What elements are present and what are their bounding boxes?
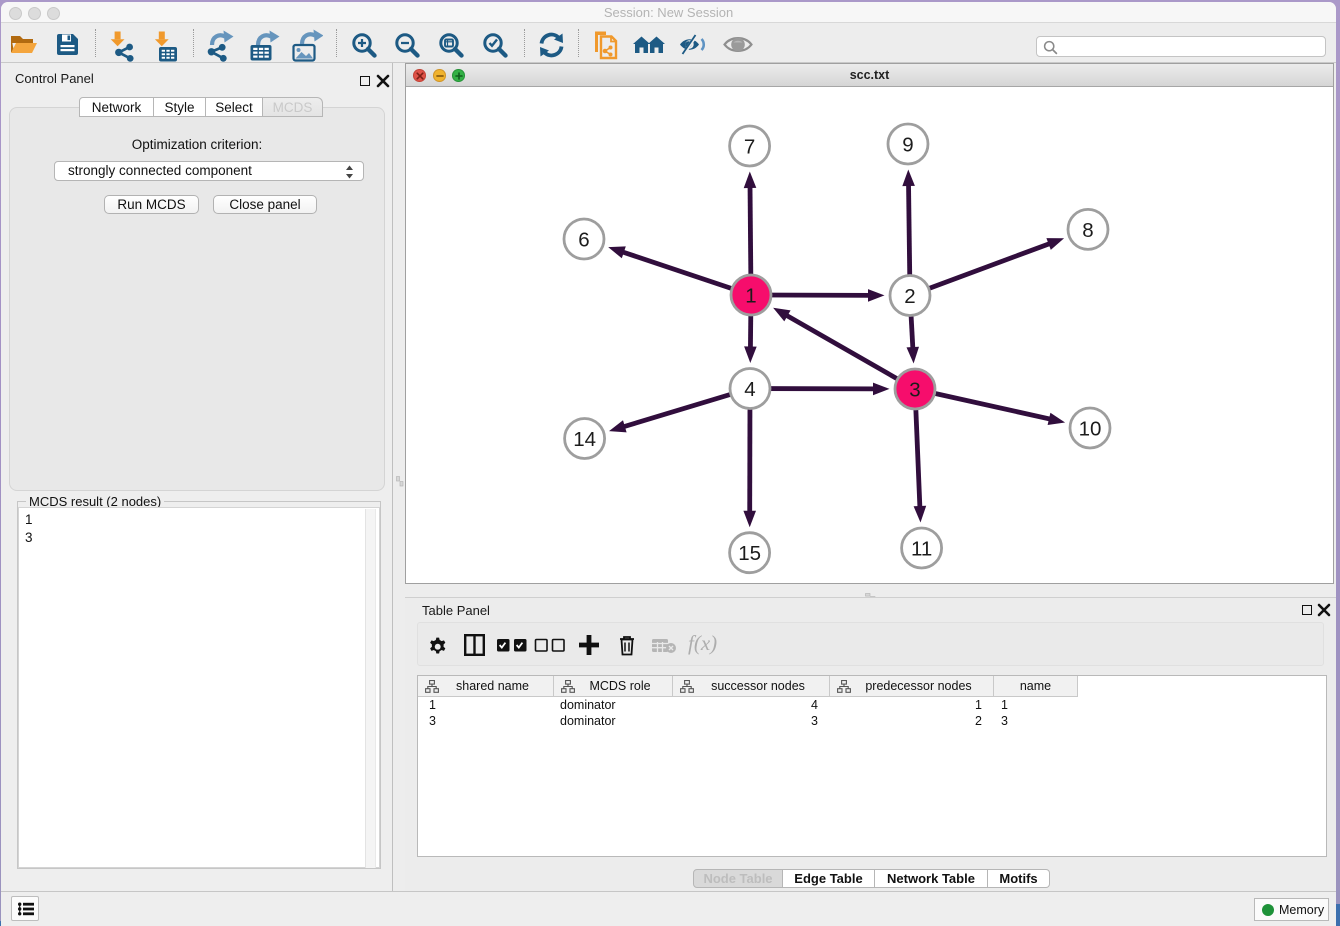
svg-text:15: 15 <box>738 542 761 565</box>
svg-text:4: 4 <box>744 378 755 401</box>
svg-text:6: 6 <box>578 228 589 251</box>
svg-text:2: 2 <box>904 285 915 308</box>
svg-text:9: 9 <box>902 133 913 156</box>
svg-text:11: 11 <box>911 537 932 560</box>
svg-text:8: 8 <box>1082 219 1093 242</box>
svg-text:10: 10 <box>1079 417 1102 440</box>
svg-text:1: 1 <box>745 284 756 307</box>
svg-text:14: 14 <box>573 428 596 451</box>
svg-text:3: 3 <box>909 378 920 401</box>
svg-text:7: 7 <box>744 135 755 158</box>
